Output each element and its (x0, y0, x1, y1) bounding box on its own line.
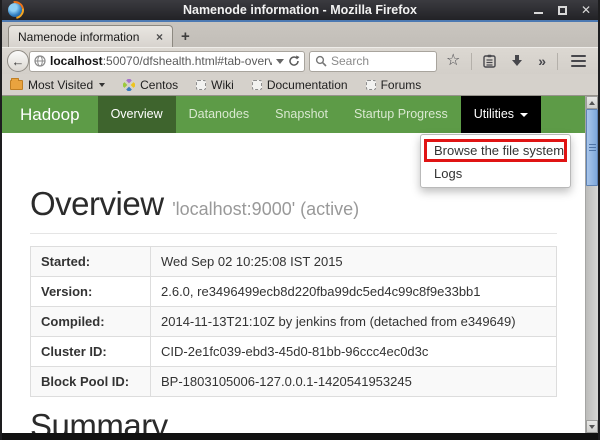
nav-startup-progress[interactable]: Startup Progress (341, 96, 461, 133)
minimize-button[interactable] (532, 4, 544, 16)
page-title: Overview 'localhost:9000' (active) (30, 185, 557, 223)
bookmark-label: Most Visited (28, 77, 94, 92)
nav-overview[interactable]: Overview (97, 96, 176, 133)
nav-snapshot[interactable]: Snapshot (262, 96, 341, 133)
hadoop-navbar: Hadoop Overview Datanodes Snapshot Start… (2, 96, 585, 133)
navigation-toolbar: ← localhost:50070/dfshealth.html#tab-ove… (2, 47, 598, 74)
row-value: 2014-11-13T21:10Z by jenkins from (detac… (150, 306, 557, 337)
scrollbar-thumb[interactable] (586, 109, 598, 186)
row-label: Started: (30, 246, 151, 277)
toolbar-divider (557, 52, 558, 70)
overflow-chevron-icon[interactable]: » (533, 53, 551, 69)
search-input[interactable] (331, 54, 419, 68)
row-label: Cluster ID: (30, 336, 151, 367)
vertical-scrollbar[interactable] (585, 96, 598, 433)
scrollbar-track[interactable] (586, 109, 598, 420)
search-icon (315, 55, 327, 67)
nav-utilities-label: Utilities (473, 107, 515, 121)
tab-close-icon[interactable]: × (156, 30, 163, 44)
overview-heading: Overview (30, 185, 164, 222)
bookmark-label: Forums (380, 77, 422, 92)
arrow-up-icon (589, 100, 595, 105)
browser-viewport: Hadoop Overview Datanodes Snapshot Start… (2, 96, 598, 433)
bookmark-documentation[interactable]: Documentation (251, 77, 348, 92)
toolbar-divider (471, 52, 473, 70)
maximize-button[interactable] (556, 4, 568, 16)
menu-item-browse-file-system[interactable]: Browse the file system (434, 143, 564, 158)
globe-icon (34, 55, 46, 67)
summary-heading: Summary (30, 407, 168, 433)
utilities-dropdown-menu: Browse the file system Logs (420, 134, 571, 188)
heading-divider (30, 233, 557, 234)
row-label: Compiled: (30, 306, 151, 337)
row-label: Block Pool ID: (30, 366, 151, 397)
default-favicon-icon (365, 79, 376, 90)
row-value: BP-1803105006-127.0.0.1-1420541953245 (150, 366, 557, 397)
chevron-down-icon (99, 82, 106, 87)
firefox-window: Namenode information - Mozilla Firefox ✕… (0, 0, 600, 440)
default-favicon-icon (196, 79, 207, 90)
back-button[interactable]: ← (7, 50, 29, 72)
close-window-button[interactable]: ✕ (580, 4, 592, 16)
bookmark-star-icon[interactable]: ☆ (441, 53, 465, 69)
scroll-down-button[interactable] (586, 420, 598, 433)
nav-datanodes[interactable]: Datanodes (176, 96, 262, 133)
scroll-up-button[interactable] (586, 96, 598, 109)
url-path: :50070/dfshealth.html#tab-overview (102, 54, 272, 68)
menu-hamburger-icon[interactable] (564, 54, 593, 68)
downloads-icon[interactable] (505, 54, 529, 68)
caret-down-icon (520, 112, 529, 117)
nav-utilities[interactable]: Utilities (460, 96, 542, 133)
table-row: Cluster ID: CID-2e1fc039-ebd3-45d0-81bb-… (30, 336, 557, 367)
new-tab-button[interactable]: + (173, 27, 198, 47)
bookmark-label: Documentation (266, 77, 348, 92)
url-bar[interactable]: localhost:50070/dfshealth.html#tab-overv… (29, 50, 305, 72)
table-row: Block Pool ID: BP-1803105006-127.0.0.1-1… (30, 366, 557, 397)
row-value: 2.6.0, re3496499ecb8d220fba99dc5ed4c99c8… (150, 276, 557, 307)
arrow-down-icon (589, 424, 595, 429)
namenode-address-label: 'localhost:9000' (active) (172, 199, 360, 219)
tab-title: Namenode information (18, 29, 140, 44)
table-row: Compiled: 2014-11-13T21:10Z by jenkins f… (30, 306, 557, 337)
hadoop-page: Hadoop Overview Datanodes Snapshot Start… (2, 96, 585, 433)
hadoop-brand[interactable]: Hadoop (2, 96, 98, 133)
window-controls: ✕ (532, 4, 592, 16)
bookmark-forums[interactable]: Forums (365, 77, 422, 92)
bookmark-wiki[interactable]: Wiki (196, 78, 234, 92)
tab-namenode-information[interactable]: Namenode information × (8, 25, 173, 47)
bookmark-label: Centos (140, 77, 179, 92)
folder-icon (10, 77, 23, 90)
url-domain: localhost (50, 54, 103, 68)
bookmark-label: Wiki (211, 77, 234, 92)
default-favicon-icon (251, 79, 262, 90)
overview-info-table: Started: Wed Sep 02 10:25:08 IST 2015 Ve… (30, 246, 557, 397)
bookmark-most-visited[interactable]: Most Visited (10, 77, 106, 92)
centos-logo-icon (123, 78, 136, 91)
window-title: Namenode information - Mozilla Firefox (182, 3, 418, 17)
titlebar: Namenode information - Mozilla Firefox ✕ (2, 0, 598, 22)
menu-item-logs[interactable]: Logs (421, 162, 570, 182)
window-bottom-frame (2, 433, 598, 440)
table-row: Version: 2.6.0, re3496499ecb8d220fba99dc… (30, 276, 557, 307)
bookmark-centos[interactable]: Centos (123, 78, 178, 92)
bookmarks-toolbar: Most Visited Centos Wiki Documentation F… (2, 74, 598, 96)
search-bar[interactable] (309, 50, 437, 72)
row-label: Version: (30, 276, 151, 307)
row-value: Wed Sep 02 10:25:08 IST 2015 (150, 246, 557, 277)
tab-bar: Namenode information × + (2, 22, 598, 47)
url-text: localhost:50070/dfshealth.html#tab-overv… (50, 54, 272, 68)
row-value: CID-2e1fc039-ebd3-45d0-81bb-96ccc4ec0d3c (150, 336, 557, 367)
red-annotation-box: Browse the file system (424, 139, 567, 162)
table-row: Started: Wed Sep 02 10:25:08 IST 2015 (30, 246, 557, 277)
bookmarks-menu-icon[interactable] (478, 54, 501, 68)
url-history-dropdown-icon[interactable] (276, 58, 284, 64)
reload-icon[interactable] (288, 55, 300, 67)
